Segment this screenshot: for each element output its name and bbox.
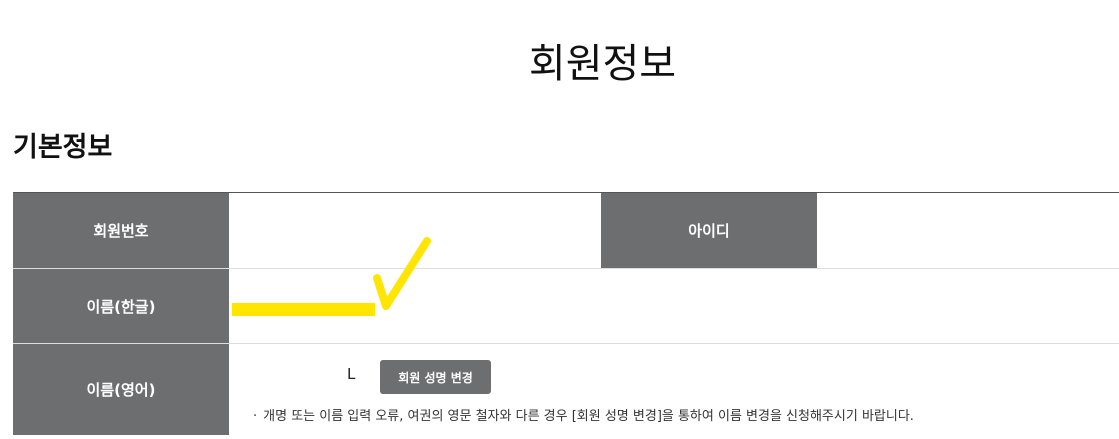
name-change-notice: · 개명 또는 이름 입력 오류, 여권의 영문 철자와 다른 경우 [회원 성명… [253, 405, 914, 424]
name-english-value: L [347, 365, 356, 383]
section-title: 기본정보 [13, 132, 113, 163]
notice-bullet: · [253, 409, 258, 424]
table-row-member-number: 회원번호 아이디 [13, 193, 1119, 269]
id-label: 아이디 [601, 193, 817, 268]
notice-text: 개명 또는 이름 입력 오류, 여권의 영문 철자와 다른 경우 [회원 성명 … [263, 409, 914, 424]
name-english-label: 이름(영어) [13, 344, 229, 435]
change-member-name-button[interactable]: 회원 성명 변경 [380, 360, 491, 394]
table-row-name-korean: 이름(한글) [13, 269, 1119, 344]
page-title: 회원정보 [528, 41, 677, 87]
member-info-table: 회원번호 아이디 이름(한글) 이름(영어) L 회원 성명 변경 · 개명 또는… [13, 192, 1119, 439]
table-row-name-english: 이름(영어) L 회원 성명 변경 · 개명 또는 이름 입력 오류, 여권의 영… [13, 344, 1119, 439]
member-number-label: 회원번호 [13, 193, 229, 268]
name-korean-label: 이름(한글) [13, 269, 229, 343]
